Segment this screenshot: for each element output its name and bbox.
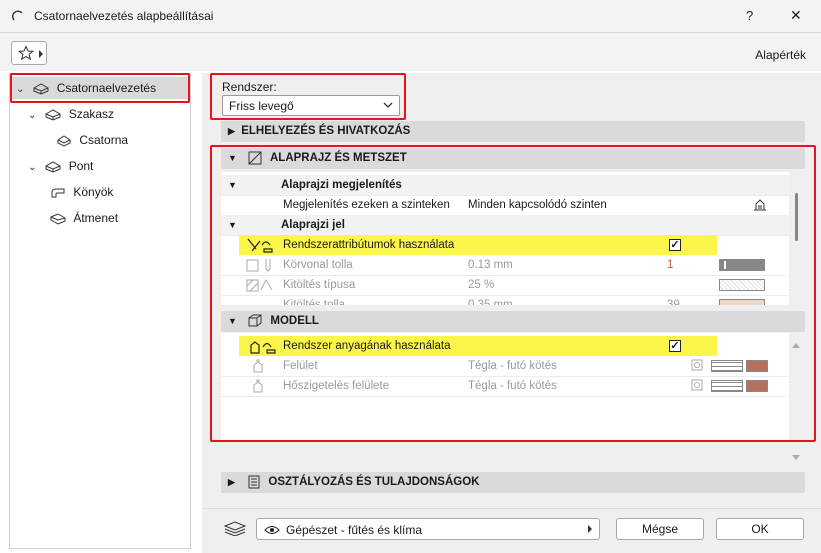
caret-right-icon xyxy=(39,50,43,58)
chevron-down-icon: ⌄ xyxy=(28,162,37,173)
window-title: Csatornaelvezetés alapbeállításai xyxy=(34,9,214,23)
triangle-right-icon: ▶ xyxy=(228,126,235,136)
tree-panel: ⌄ Csatornaelvezetés ⌄ Szakasz Csatorna ⌄… xyxy=(9,73,191,549)
tree-item-csatorna[interactable]: Csatorna xyxy=(56,129,128,151)
favorites-button[interactable] xyxy=(11,41,47,65)
close-button[interactable]: ✕ xyxy=(790,7,802,24)
document-list-icon xyxy=(248,475,260,489)
eye-icon xyxy=(264,526,280,534)
scroll-down-icon[interactable] xyxy=(791,454,801,462)
defaults-label: Alapérték xyxy=(755,48,806,62)
tree-item-konyok[interactable]: Könyök xyxy=(50,181,113,203)
duct-segment-icon xyxy=(45,109,61,121)
star-icon xyxy=(18,45,34,61)
ok-button[interactable]: OK xyxy=(716,518,804,540)
annotation-box-settings xyxy=(210,145,816,442)
duct-icon xyxy=(57,135,71,147)
cancel-button[interactable]: Mégse xyxy=(616,518,704,540)
app-icon xyxy=(12,10,23,21)
elbow-icon xyxy=(51,188,65,198)
caret-right-icon xyxy=(588,525,592,533)
title-bar: Csatornaelvezetés alapbeállításai ? ✕ xyxy=(0,0,821,33)
annotation-box-tree xyxy=(10,73,190,103)
tree-item-pont[interactable]: ⌄ Pont xyxy=(28,155,93,177)
toolbar xyxy=(0,33,821,71)
layer-select[interactable]: Gépészet - fűtés és klíma xyxy=(256,518,600,540)
section-placement[interactable]: ▶ ELHELYEZÉS ÉS HIVATKOZÁS xyxy=(221,121,805,142)
transition-icon xyxy=(50,213,66,225)
annotation-box-system xyxy=(210,73,406,120)
help-button[interactable]: ? xyxy=(746,8,753,23)
layers-icon xyxy=(223,521,247,536)
triangle-right-icon: ▶ xyxy=(228,477,235,487)
duct-point-icon xyxy=(45,161,61,173)
chevron-down-icon: ⌄ xyxy=(28,110,37,121)
tree-item-szakasz[interactable]: ⌄ Szakasz xyxy=(28,103,114,125)
tree-item-atmenet[interactable]: Átmenet xyxy=(50,207,118,229)
section-classification[interactable]: ▶ OSZTÁLYOZÁS ÉS TULAJDONSÁGOK xyxy=(221,472,805,493)
